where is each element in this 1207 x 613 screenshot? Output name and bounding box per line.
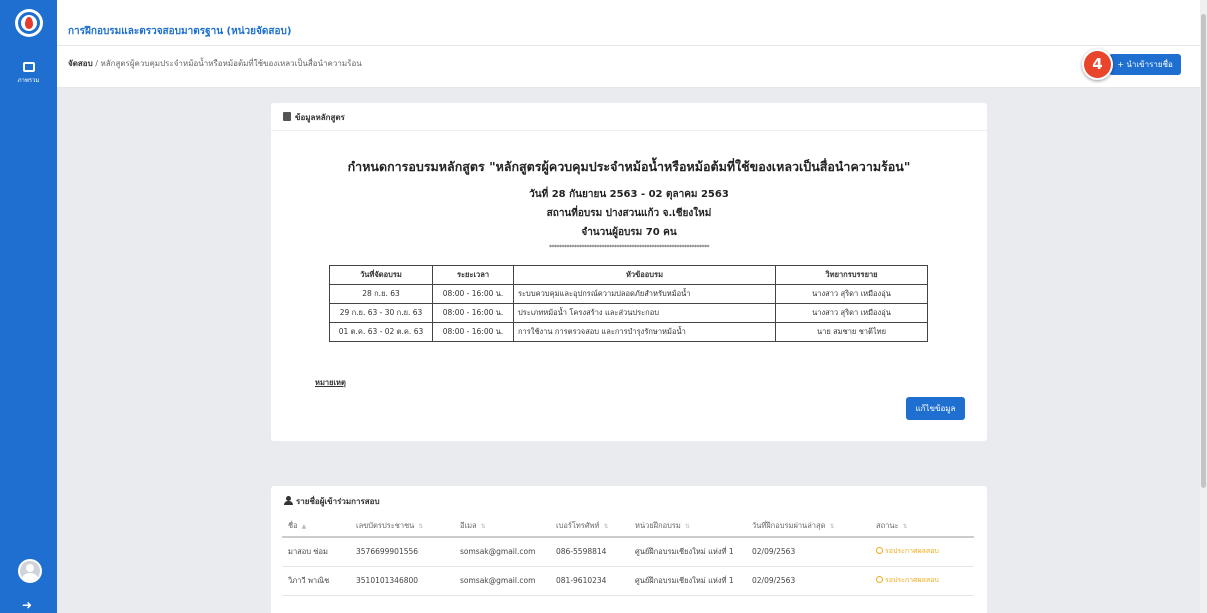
card-title: ข้อมูลหลักสูตร xyxy=(295,113,345,122)
card-header: ข้อมูลหลักสูตร xyxy=(271,103,987,131)
edit-button[interactable]: แก้ไขข้อมูล xyxy=(906,397,965,420)
import-names-button[interactable]: + นำเข้ารายชื่อ xyxy=(1109,54,1181,75)
cell-date: 29 ก.ย. 63 - 30 ก.ย. 63 xyxy=(329,303,433,323)
column-header: วันที่จัดอบรม xyxy=(329,265,433,285)
clock-icon xyxy=(876,547,883,555)
cell-speaker: นางสาว สุริดา เหมืองอุ่น xyxy=(775,303,928,323)
logout-icon[interactable]: ➜ xyxy=(22,599,32,611)
cell-topic: ระบบควบคุมและอุปกรณ์ความปลอดภัยสำหรับหม้… xyxy=(513,284,776,304)
sort-icon: ▲ xyxy=(301,522,307,530)
breadcrumb-bar: จัดสอบ / หลักสูตรผู้ควบคุมประจำหม้อน้ำหร… xyxy=(57,46,1200,88)
participants-table: ชื่อ ▲ เลขบัตรประชาชน ⇅ อีเมล ⇅ เบอร์โทรศัพ… xyxy=(282,515,974,596)
column-header-unit[interactable]: หน่วยฝึกอบรม ⇅ xyxy=(629,515,746,538)
column-header-email[interactable]: อีเมล ⇅ xyxy=(454,515,550,538)
cell-name: วิภาวี พาณิช xyxy=(282,566,350,596)
breadcrumb-root[interactable]: จัดสอบ xyxy=(68,59,93,68)
sidebar-item-label: ภาพรวม xyxy=(17,77,40,84)
course-venue: สถานที่อบรม ปางสวนแก้ว จ.เชียงใหม่ xyxy=(546,208,712,219)
cell-id: 3510101346800 xyxy=(350,566,454,596)
column-header-status[interactable]: สถานะ ⇅ xyxy=(870,515,974,538)
column-header-phone[interactable]: เบอร์โทรศัพท์ ⇅ xyxy=(550,515,629,538)
participants-card: รายชื่อผู้เข้าร่วมการสอบ ชื่อ ▲ เลขบัตรปร… xyxy=(271,486,987,613)
cell-speaker: นาย สมชาย ชาติไทย xyxy=(775,322,928,342)
cell-date: 02/09/2563 xyxy=(746,537,870,567)
course-title: กำหนดการอบรมหลักสูตร "หลักสูตรผู้ควบคุมป… xyxy=(347,159,911,174)
sidebar-item-overview[interactable]: ภาพรวม xyxy=(0,62,57,85)
monitor-icon xyxy=(22,62,35,72)
sidebar: ภาพรวม ➜ xyxy=(0,0,57,613)
separator-line: ****************************************… xyxy=(549,244,710,251)
cell-date: 28 ก.ย. 63 xyxy=(329,284,433,304)
user-icon xyxy=(284,496,293,505)
cell-date: 02/09/2563 xyxy=(746,566,870,596)
document-icon xyxy=(283,112,291,121)
column-header: ระยะเวลา xyxy=(432,265,514,285)
remark-label: หมายเหตุ xyxy=(315,378,346,387)
cell-time: 08:00 - 16:00 น. xyxy=(432,322,514,342)
cell-phone: 081-9610234 xyxy=(550,566,629,596)
brand-logo[interactable] xyxy=(15,9,43,37)
course-participants: จำนวนผู้อบรม 70 คน xyxy=(581,227,677,238)
scrollbar[interactable] xyxy=(1200,0,1207,613)
breadcrumb: จัดสอบ / หลักสูตรผู้ควบคุมประจำหม้อน้ำหร… xyxy=(68,57,362,70)
breadcrumb-current: หลักสูตรผู้ควบคุมประจำหม้อน้ำหรือหม้อต้ม… xyxy=(100,59,362,68)
table-row[interactable]: วิภาวี พาณิช 3510101346800 somsak@gmail.… xyxy=(282,566,974,596)
avatar[interactable] xyxy=(18,559,42,583)
table-row: 29 ก.ย. 63 - 30 ก.ย. 63 08:00 - 16:00 น.… xyxy=(329,303,928,323)
card-title: รายชื่อผู้เข้าร่วมการสอบ xyxy=(296,497,380,506)
page-title: การฝึกอบรมและตรวจสอบมาตรฐาน (หน่วยจัดสอบ… xyxy=(68,26,292,37)
table-row: 01 ต.ค. 63 - 02 ต.ค. 63 08:00 - 16:00 น.… xyxy=(329,322,928,342)
cell-topic: ประเภทหม้อน้ำ โครงสร้าง และส่วนประกอบ xyxy=(513,303,776,323)
sort-icon: ⇅ xyxy=(480,522,486,530)
card-header: รายชื่อผู้เข้าร่วมการสอบ xyxy=(271,486,987,517)
column-header: วิทยากรบรรยาย xyxy=(775,265,928,285)
scrollbar-thumb[interactable] xyxy=(1201,14,1206,488)
sort-icon: ⇅ xyxy=(829,522,835,530)
cell-topic: การใช้งาน การตรวจสอบ และการบำรุงรักษาหม้… xyxy=(513,322,776,342)
status-badge: รอประกาศผลสอบ xyxy=(870,537,974,567)
cell-unit: ศูนย์ฝึกอบรมเชียงใหม่ แห่งที่ 1 xyxy=(629,537,746,567)
course-info-card: ข้อมูลหลักสูตร กำหนดการอบรมหลักสูตร "หลั… xyxy=(271,103,987,441)
column-header: หัวข้ออบรม xyxy=(513,265,776,285)
cell-email: somsak@gmail.com xyxy=(454,566,550,596)
cell-speaker: นางสาว สุริดา เหมืองอุ่น xyxy=(775,284,928,304)
table-row: 28 ก.ย. 63 08:00 - 16:00 น. ระบบควบคุมแล… xyxy=(329,284,928,304)
cell-time: 08:00 - 16:00 น. xyxy=(432,284,514,304)
column-header-date[interactable]: วันที่ฝึกอบรมผ่านล่าสุด ⇅ xyxy=(746,515,870,538)
clock-icon xyxy=(876,576,883,583)
cell-id: 3576699901556 xyxy=(350,537,454,567)
column-header-name[interactable]: ชื่อ ▲ xyxy=(282,515,350,538)
cell-unit: ศูนย์ฝึกอบรมเชียงใหม่ แห่งที่ 1 xyxy=(629,566,746,596)
top-bar: การฝึกอบรมและตรวจสอบมาตรฐาน (หน่วยจัดสอบ… xyxy=(57,0,1200,46)
sort-icon: ⇅ xyxy=(418,522,424,530)
sort-icon: ⇅ xyxy=(902,522,908,530)
course-dates: วันที่ 28 กันยายน 2563 - 02 ตุลาคม 2563 xyxy=(529,189,729,200)
column-header-id[interactable]: เลขบัตรประชาชน ⇅ xyxy=(350,515,454,538)
cell-email: somsak@gmail.com xyxy=(454,537,550,567)
cell-time: 08:00 - 16:00 น. xyxy=(432,303,514,323)
step-badge: 4 xyxy=(1082,49,1113,80)
sort-icon: ⇅ xyxy=(603,522,609,530)
cell-date: 01 ต.ค. 63 - 02 ต.ค. 63 xyxy=(329,322,433,342)
cell-name: มาสอบ ซ่อม xyxy=(282,537,350,567)
cell-phone: 086-5598814 xyxy=(550,537,629,567)
sort-icon: ⇅ xyxy=(684,522,690,530)
table-row[interactable]: มาสอบ ซ่อม 3576699901556 somsak@gmail.co… xyxy=(282,537,974,567)
status-badge: รอประกาศผลสอบ xyxy=(870,566,974,596)
schedule-table: วันที่จัดอบรม ระยะเวลา หัวข้ออบรม วิทยาก… xyxy=(329,265,928,342)
